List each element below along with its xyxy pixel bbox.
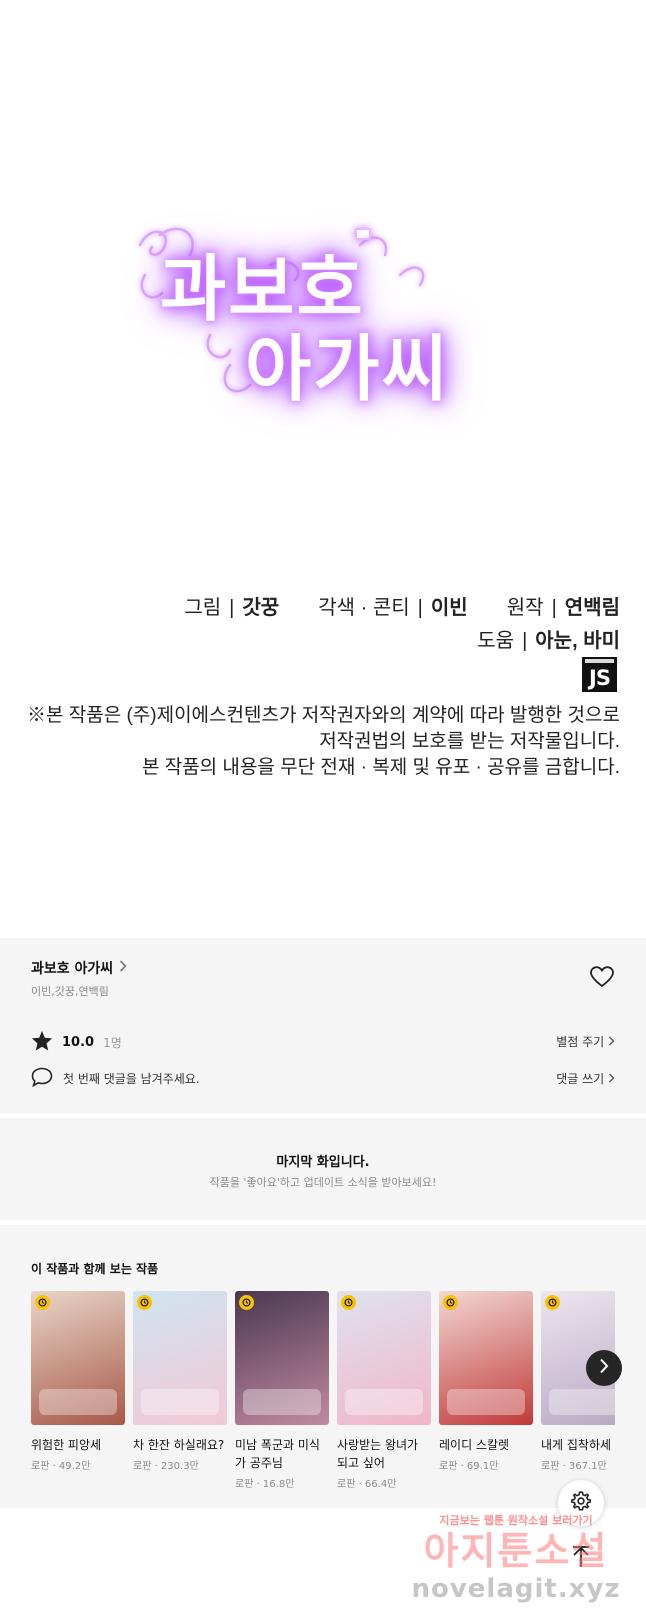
- separator: |: [551, 597, 557, 619]
- rating-row: 10.0 1명: [31, 1030, 122, 1055]
- recommendation-meta: 로판 · 49.2만: [31, 1461, 91, 1472]
- separator: |: [522, 630, 528, 652]
- rate-button-label: 별점 주기: [556, 1035, 605, 1049]
- diamond-icon: [355, 228, 371, 240]
- recommendation-thumbnail: [337, 1291, 431, 1425]
- recommendation-title: 레이디 스칼렛: [439, 1438, 510, 1452]
- chevron-right-icon: [608, 1035, 615, 1049]
- cover-title-art: [39, 1389, 117, 1415]
- cover-title-art: [243, 1389, 321, 1415]
- comment-prompt-row[interactable]: 첫 번째 댓글을 남겨주세요.: [31, 1067, 200, 1090]
- assist-value: 아눈, 바미: [535, 630, 620, 652]
- logo-title-line-2: 아가씨: [245, 326, 450, 411]
- clock-icon: [341, 1295, 356, 1310]
- series-authors: 이빈,갓꿍,연백림: [31, 985, 109, 998]
- chevron-right-icon: [119, 960, 127, 976]
- art-label: 그림: [184, 597, 222, 619]
- recommendation-meta: 로판 · 69.1만: [439, 1461, 499, 1472]
- separator: |: [229, 597, 235, 619]
- last-episode-title: 마지막 화입니다.: [276, 1155, 370, 1170]
- rating-score: 10.0: [62, 1035, 95, 1050]
- write-comment-button[interactable]: 댓글 쓰기: [556, 1070, 615, 1087]
- recommendation-meta: 로판 · 16.8만: [235, 1479, 295, 1490]
- copyright-notice: ※본 작품은 (주)제이에스컨텐츠가 저작권자와의 계약에 따라 발행한 것으로…: [27, 703, 620, 781]
- chevron-right-icon: [608, 1072, 615, 1086]
- cover-title-art: [141, 1389, 219, 1415]
- watermark: 지금보는 웹툰 원작소설 보러가기 아지툰소설 novelagit.xyz: [406, 1512, 626, 1604]
- series-title: 과보호 아가씨: [31, 961, 114, 977]
- comic-episode-image: 과보호 아가씨 그림 | 갓꿍 각색 · 콘티 | 이빈 원작 | 연백림 도움 | 아눈, 바…: [0, 0, 646, 938]
- recommendation-card[interactable]: 위험한 피앙세로판 · 49.2만: [31, 1291, 125, 1472]
- series-title-link[interactable]: 과보호 아가씨: [31, 958, 127, 978]
- watermark-brand: 아지툰소설: [423, 1529, 609, 1573]
- comment-prompt: 첫 번째 댓글을 남겨주세요.: [63, 1072, 200, 1086]
- credits-row-1: 그림 | 갓꿍 각색 · 콘티 | 이빈 원작 | 연백림: [184, 592, 620, 625]
- watermark-url: novelagit.xyz: [411, 1574, 621, 1604]
- recommendation-card[interactable]: 레이디 스칼렛로판 · 69.1만: [439, 1291, 533, 1472]
- star-icon: [31, 1030, 53, 1055]
- notice-line: ※본 작품은 (주)제이에스컨텐츠가 저작권자와의 계약에 따라 발행한 것으로: [26, 705, 620, 726]
- recommendation-meta: 로판 · 367.1만: [541, 1461, 607, 1472]
- separator: |: [417, 597, 423, 619]
- clock-icon: [443, 1295, 458, 1310]
- recommendation-meta: 로판 · 230.3만: [133, 1461, 199, 1472]
- clock-icon: [35, 1295, 50, 1310]
- recommendation-title: 위험한 피앙세: [31, 1438, 102, 1452]
- rating-count: 1명: [103, 1036, 122, 1050]
- clock-icon: [545, 1295, 560, 1310]
- recommendations-list: 위험한 피앙세 로판 · 49.2만 차 한잔 하실래요? 로판 · 230.3만 미남…: [31, 1291, 615, 1491]
- recommendation-title: 차 한잔 하실래요?: [133, 1438, 225, 1452]
- next-button[interactable]: [586, 1350, 622, 1386]
- rate-button[interactable]: 별점 주기: [556, 1033, 615, 1050]
- assist-label: 도움: [477, 630, 515, 652]
- heart-icon[interactable]: [590, 966, 614, 988]
- cover-title-art: [345, 1389, 423, 1415]
- cover-title-art: [549, 1389, 615, 1415]
- last-episode-subtitle: 작품을 '좋아요'하고 업데이트 소식을 받아보세요!: [209, 1176, 437, 1189]
- speech-bubble-icon: [31, 1067, 53, 1090]
- original-label: 원작: [506, 597, 544, 619]
- recommendation-title: 미남 폭군과 미식가 공주님: [235, 1438, 320, 1470]
- chevron-right-icon: [599, 1358, 609, 1378]
- watermark-tagline: 지금보는 웹툰 원작소설 보러가기: [439, 1514, 593, 1527]
- adapt-value: 이빈: [430, 597, 468, 619]
- credits: 그림 | 갓꿍 각색 · 콘티 | 이빈 원작 | 연백림 도움 | 아눈, 바미: [184, 592, 620, 658]
- adapt-label: 각색 · 콘티: [318, 597, 410, 619]
- publisher-logo: JS: [582, 657, 617, 692]
- clock-icon: [239, 1295, 254, 1310]
- recommendation-card[interactable]: 미남 폭군과 미식가 공주님로판 · 16.8만: [235, 1291, 329, 1490]
- recommendation-card[interactable]: 사랑받는 왕녀가 되고 싶어로판 · 66.4만: [337, 1291, 431, 1490]
- recommendation-thumbnail: [31, 1291, 125, 1425]
- recommendation-title: 사랑받는 왕녀가 되고 싶어: [337, 1438, 419, 1470]
- art-value: 갓꿍: [242, 597, 280, 619]
- recommendation-card[interactable]: 차 한잔 하실래요? 로판 · 230.3만: [133, 1291, 227, 1472]
- recommendation-thumbnail: [439, 1291, 533, 1425]
- notice-line: 저작권법의 보호를 받는 저작물입니다.: [319, 731, 620, 752]
- credits-row-2: 도움 | 아눈, 바미: [184, 625, 620, 658]
- recommendations-heading: 이 작품과 함께 보는 작품: [31, 1262, 159, 1276]
- publisher-badge-text: JS: [589, 666, 611, 690]
- recommendation-title: 내게 집착하세: [541, 1438, 612, 1452]
- recommendation-meta: 로판 · 66.4만: [337, 1479, 397, 1490]
- original-value: 연백림: [564, 597, 620, 619]
- recommendation-thumbnail: [235, 1291, 329, 1425]
- recommendation-thumbnail: [133, 1291, 227, 1425]
- write-comment-label: 댓글 쓰기: [556, 1072, 605, 1086]
- cover-title-art: [447, 1389, 525, 1415]
- clock-icon: [137, 1295, 152, 1310]
- notice-line: 본 작품의 내용을 무단 전재 · 복제 및 유포 · 공유를 금합니다.: [141, 757, 620, 778]
